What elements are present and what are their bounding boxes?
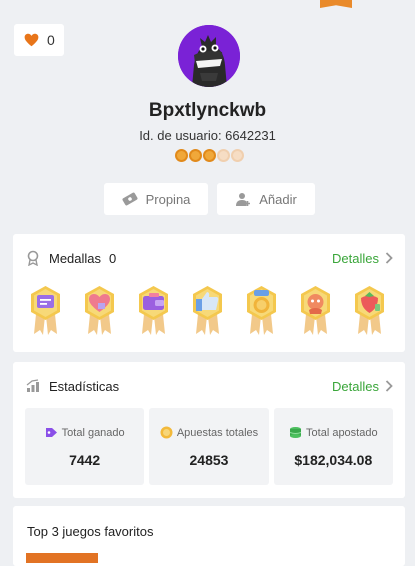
stat-label: Total ganado [61, 426, 125, 439]
level-rating [175, 149, 244, 162]
add-friend-button[interactable]: Añadir [217, 183, 315, 215]
top-ribbon-badge [320, 0, 352, 8]
stats-details-label: Detalles [332, 378, 379, 394]
level-dot-filled [203, 149, 216, 162]
stats-list: Total ganado 7442 Apuestas totales 24853 [25, 408, 393, 485]
crocodile-avatar-icon [178, 25, 240, 87]
likes-counter[interactable]: 0 [14, 24, 64, 56]
heart-icon [24, 33, 39, 47]
medals-card: Medallas 0 Detalles [13, 234, 405, 352]
wallet-medal-icon[interactable] [135, 284, 172, 336]
level-dot-empty [217, 149, 230, 162]
add-button-label: Añadir [259, 191, 297, 207]
likes-count: 0 [47, 32, 55, 48]
add-user-icon [236, 193, 251, 206]
stats-title: Estadísticas [49, 378, 120, 394]
chat-medal-icon[interactable] [27, 284, 64, 336]
strawberry-medal-icon[interactable] [351, 284, 388, 336]
tip-button-label: Propina [145, 191, 191, 207]
medals-title: Medallas [49, 250, 102, 266]
favorite-game-thumbnail[interactable] [26, 553, 98, 563]
ticket-icon [122, 192, 138, 206]
stat-value: 24853 [189, 452, 229, 468]
stat-value: 7442 [69, 452, 101, 468]
level-dot-empty [231, 149, 244, 162]
stats-card: Estadísticas Detalles Total ganado 7442 [13, 362, 405, 498]
coin-medal-icon[interactable] [243, 284, 280, 336]
stat-total-won: Total ganado 7442 [25, 408, 145, 485]
stat-label: Total apostado [306, 426, 378, 439]
favorites-title: Top 3 juegos favoritos [27, 524, 154, 539]
coin-icon [160, 426, 173, 439]
stats-header: Estadísticas Detalles [25, 376, 393, 396]
medals-header: Medallas 0 Detalles [25, 248, 393, 268]
level-dot-filled [175, 149, 188, 162]
medals-count: 0 [109, 250, 117, 266]
stat-total-wagered: Total apostado $182,034.08 [273, 408, 393, 485]
heart-medal-icon[interactable] [81, 284, 118, 336]
avatar[interactable] [178, 25, 240, 87]
character-medal-icon[interactable] [297, 284, 334, 336]
favorites-card: Top 3 juegos favoritos [13, 506, 405, 566]
level-dot-filled [189, 149, 202, 162]
stat-label: Apuestas totales [176, 426, 259, 439]
medals-list [27, 284, 388, 336]
stats-details-link[interactable]: Detalles [332, 379, 393, 394]
medal-icon [27, 250, 39, 266]
username: Bpxtlynckwb [148, 100, 267, 121]
stat-total-bets: Apuestas totales 24853 [149, 408, 269, 485]
tag-icon [45, 428, 57, 437]
tip-button[interactable]: Propina [104, 183, 208, 215]
bar-chart-icon [26, 379, 39, 392]
user-id: Id. de usuario: 6642231 [139, 128, 276, 143]
coin-stack-icon [289, 427, 302, 438]
stat-value: $182,034.08 [294, 452, 373, 468]
thumbs-up-medal-icon[interactable] [189, 284, 226, 336]
chevron-right-icon [385, 252, 393, 264]
chevron-right-icon [385, 380, 393, 392]
medals-details-label: Detalles [332, 250, 379, 266]
medals-details-link[interactable]: Detalles [332, 251, 393, 266]
